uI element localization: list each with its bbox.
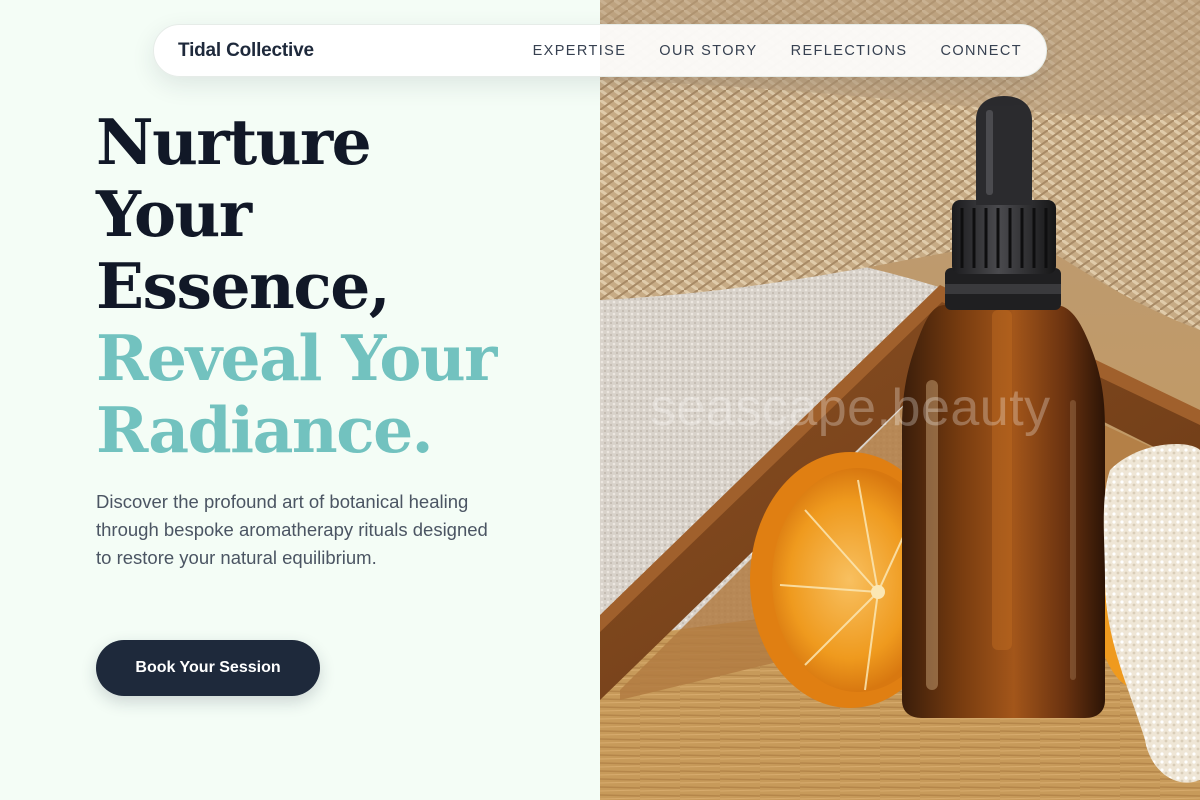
headline-line-3: Essence, — [96, 249, 391, 323]
top-navbar: Tidal Collective EXPERTISE OUR STORY REF… — [153, 24, 1047, 77]
headline-line-1: Nurture — [96, 105, 372, 179]
nav-link-connect[interactable]: CONNECT — [941, 43, 1023, 59]
headline-line-2: Your — [96, 177, 252, 251]
headline-accent-line-2: Radiance. — [96, 393, 434, 467]
nav-link-expertise[interactable]: EXPERTISE — [533, 43, 627, 59]
nav-links: EXPERTISE OUR STORY REFLECTIONS CONNECT — [533, 43, 1022, 59]
nav-link-reflections[interactable]: REFLECTIONS — [791, 43, 908, 59]
nav-link-our-story[interactable]: OUR STORY — [659, 43, 757, 59]
hero-subtitle: Discover the profound art of botanical h… — [96, 491, 488, 568]
hero-product-image — [600, 0, 1200, 800]
brand-logo[interactable]: Tidal Collective — [178, 40, 314, 62]
book-session-button[interactable]: Book Your Session — [96, 640, 320, 696]
headline-accent-line-1: Reveal Your — [96, 321, 497, 395]
hero-headline: Nurture Your Essence, Reveal Your Radian… — [96, 105, 497, 467]
